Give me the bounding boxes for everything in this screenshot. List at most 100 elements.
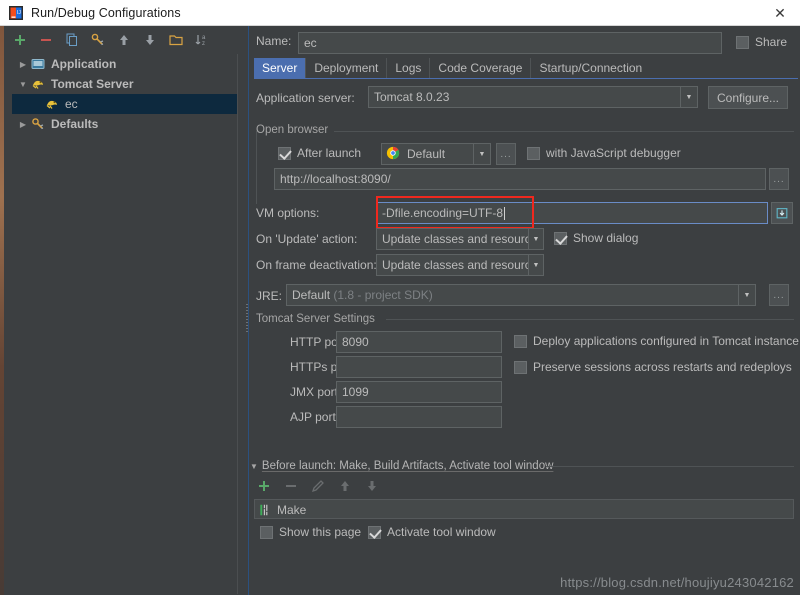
tree-item-application[interactable]: ▶ Application xyxy=(12,54,237,74)
tomcat-icon xyxy=(30,76,46,92)
ajp-port-input[interactable] xyxy=(336,406,502,428)
share-checkbox-row[interactable]: Share xyxy=(736,35,787,49)
tab-deployment[interactable]: Deployment xyxy=(305,58,386,78)
svg-text:z: z xyxy=(202,41,205,47)
move-task-up-button xyxy=(337,478,353,494)
tab-startup-connection[interactable]: Startup/Connection xyxy=(530,58,650,78)
before-launch-header[interactable]: ▼ Before launch: Make, Build Artifacts, … xyxy=(250,460,553,472)
browser-combo[interactable]: Default ▼ xyxy=(381,143,491,165)
application-server-label: Application server: xyxy=(256,91,355,105)
http-port-input[interactable]: 8090 xyxy=(336,331,502,353)
add-task-button[interactable] xyxy=(256,478,272,494)
application-icon xyxy=(30,56,46,72)
close-icon[interactable]: ✕ xyxy=(760,0,800,26)
run-debug-configurations-dialog: IJ Run/Debug Configurations ✕ a z ▶ Appl… xyxy=(0,0,800,595)
chevron-down-icon[interactable]: ▼ xyxy=(16,77,30,91)
activate-tool-window-row[interactable]: Activate tool window xyxy=(368,525,496,539)
deploy-applications-row[interactable]: Deploy applications configured in Tomcat… xyxy=(514,334,799,348)
tab-code-coverage[interactable]: Code Coverage xyxy=(429,58,530,78)
configurations-tree[interactable]: ▶ Application ▼ Tomcat Server ec ▶ Defau… xyxy=(12,54,238,594)
browser-browse-button[interactable]: ... xyxy=(496,143,516,165)
application-server-value: Tomcat 8.0.23 xyxy=(374,90,450,104)
after-launch-checkbox[interactable] xyxy=(278,146,291,160)
before-launch-divider xyxy=(546,466,794,467)
before-launch-toolbar xyxy=(256,478,380,494)
activate-tool-window-checkbox[interactable] xyxy=(368,525,381,539)
before-launch-task-list[interactable]: Make xyxy=(254,499,794,519)
name-row: Name: xyxy=(256,34,291,48)
chevron-down-icon[interactable]: ▼ xyxy=(473,144,490,164)
sort-alphabetically-icon[interactable]: a z xyxy=(194,32,210,48)
on-frame-deactivation-combo[interactable]: Update classes and resources ▼ xyxy=(376,254,544,276)
chevron-right-icon[interactable]: ▶ xyxy=(16,117,30,131)
dialog-titlebar: IJ Run/Debug Configurations ✕ xyxy=(0,0,800,26)
expand-editor-icon[interactable] xyxy=(771,202,793,224)
tree-indent-spacer-2 xyxy=(30,97,44,111)
tree-item-ec[interactable]: ec xyxy=(12,94,237,114)
defaults-icon xyxy=(30,116,46,132)
save-configuration-button[interactable] xyxy=(90,32,106,48)
show-this-page-checkbox[interactable] xyxy=(260,525,273,539)
tab-logs[interactable]: Logs xyxy=(386,58,429,78)
share-checkbox[interactable] xyxy=(736,35,749,49)
show-this-page-row[interactable]: Show this page xyxy=(260,525,361,539)
chevron-down-icon[interactable]: ▼ xyxy=(738,285,755,305)
move-down-button[interactable] xyxy=(142,32,158,48)
list-item[interactable]: Make xyxy=(255,500,793,519)
show-this-page-label: Show this page xyxy=(279,525,362,539)
js-debugger-checkbox[interactable] xyxy=(527,146,540,160)
group-line-left xyxy=(256,131,257,204)
tree-item-label: ec xyxy=(65,97,78,111)
show-dialog-checkbox[interactable] xyxy=(554,231,567,245)
browser-url-input[interactable]: http://localhost:8090/ xyxy=(274,168,766,190)
copy-configuration-button[interactable] xyxy=(64,32,80,48)
preserve-sessions-checkbox[interactable] xyxy=(514,360,527,374)
show-dialog-row[interactable]: Show dialog xyxy=(554,231,638,245)
jre-combo[interactable]: Default (1.8 - project SDK) ▼ xyxy=(286,284,756,306)
deploy-applications-checkbox[interactable] xyxy=(514,334,527,348)
task-label: Make xyxy=(277,502,307,517)
add-configuration-button[interactable] xyxy=(12,32,28,48)
chevron-down-icon[interactable]: ▼ xyxy=(528,229,543,249)
tree-item-label: Defaults xyxy=(51,117,99,131)
chevron-right-icon[interactable]: ▶ xyxy=(16,57,30,71)
chevron-down-icon[interactable]: ▼ xyxy=(250,462,258,471)
url-browse-button[interactable]: ... xyxy=(769,168,789,190)
intellij-idea-icon: IJ xyxy=(8,5,24,21)
configure-button[interactable]: Configure... xyxy=(708,86,788,109)
tomcat-settings-divider xyxy=(386,319,794,320)
preserve-sessions-label: Preserve sessions across restarts and re… xyxy=(533,360,792,374)
jre-value-hint: (1.8 - project SDK) xyxy=(333,288,433,302)
move-up-button[interactable] xyxy=(116,32,132,48)
group-line-top xyxy=(334,131,794,132)
configurations-panel: a z ▶ Application ▼ Tomcat Server ec ▶ D… xyxy=(4,26,246,595)
on-update-action-label: On 'Update' action: xyxy=(256,232,358,246)
edit-task-button xyxy=(310,478,326,494)
create-folder-button[interactable] xyxy=(168,32,184,48)
tab-server[interactable]: Server xyxy=(254,58,306,78)
share-label: Share xyxy=(755,35,788,49)
preserve-sessions-row[interactable]: Preserve sessions across restarts and re… xyxy=(514,360,792,374)
on-update-action-combo[interactable]: Update classes and resources ▼ xyxy=(376,228,544,250)
jre-browse-button[interactable]: ... xyxy=(769,284,789,306)
application-server-combo[interactable]: Tomcat 8.0.23 ▼ xyxy=(368,86,698,108)
tree-item-tomcat-server[interactable]: ▼ Tomcat Server xyxy=(12,74,237,94)
show-dialog-label: Show dialog xyxy=(573,231,639,245)
editor-tabs[interactable]: Server Deployment Logs Code Coverage Sta… xyxy=(254,58,650,78)
chrome-icon xyxy=(386,146,402,162)
after-launch-label: After launch xyxy=(297,146,362,160)
splitter-line xyxy=(248,26,249,595)
remove-configuration-button[interactable] xyxy=(38,32,54,48)
js-debugger-row[interactable]: with JavaScript debugger xyxy=(527,146,681,160)
vm-options-input[interactable]: -Dfile.encoding=UTF-8 xyxy=(376,202,768,224)
tree-item-defaults[interactable]: ▶ Defaults xyxy=(12,114,237,134)
on-update-action-row: On 'Update' action: xyxy=(256,232,357,246)
chevron-down-icon[interactable]: ▼ xyxy=(680,87,697,107)
jmx-port-input[interactable]: 1099 xyxy=(336,381,502,403)
after-launch-row[interactable]: After launch xyxy=(278,146,361,160)
chevron-down-icon[interactable]: ▼ xyxy=(528,255,543,275)
jre-label: JRE: xyxy=(256,289,283,303)
https-port-input[interactable] xyxy=(336,356,502,378)
application-server-row: Application server: xyxy=(256,91,355,105)
name-input[interactable]: ec xyxy=(298,32,722,54)
